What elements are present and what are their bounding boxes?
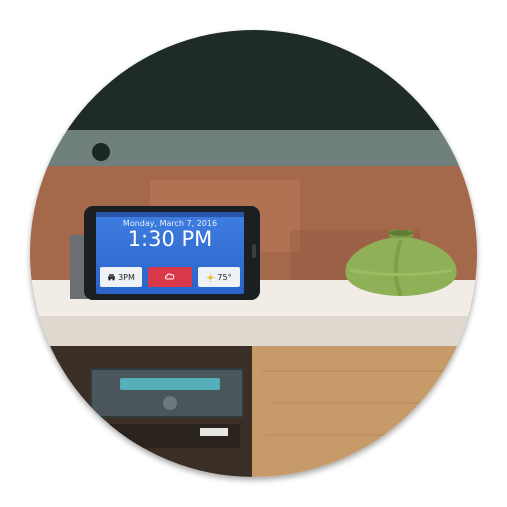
scene-badge: Monday, March 7, 2016 1:30 PM 3PM 75° <box>30 30 477 477</box>
time-label: 1:30 PM <box>127 227 213 251</box>
cabinet-shelf-item <box>200 428 228 436</box>
television-sensor <box>92 143 110 161</box>
weather-widget[interactable]: 75° <box>198 267 240 287</box>
widget-row: 3PM 75° <box>100 267 240 289</box>
vase-bowl <box>345 238 457 296</box>
phone-screen[interactable]: Monday, March 7, 2016 1:30 PM 3PM 75° <box>96 212 244 294</box>
cabinet-right <box>252 346 477 477</box>
car-icon <box>108 274 116 281</box>
phone-side-button <box>252 244 256 258</box>
alert-widget[interactable] <box>148 267 192 287</box>
traffic-widget[interactable]: 3PM <box>100 267 142 287</box>
traffic-value: 3PM <box>118 272 135 282</box>
status-bar <box>96 212 244 217</box>
sun-icon <box>206 272 216 282</box>
wood-grain <box>262 370 462 372</box>
wood-grain <box>270 402 460 404</box>
media-device-knob <box>163 396 177 410</box>
vase <box>345 230 457 296</box>
phone: Monday, March 7, 2016 1:30 PM 3PM 75° <box>84 206 260 300</box>
wood-grain <box>266 434 462 436</box>
temperature-value: 75° <box>217 272 232 282</box>
media-device <box>90 368 244 418</box>
television <box>30 30 477 130</box>
shelf-edge <box>30 316 477 346</box>
vase-opening <box>389 230 413 236</box>
cloud-alert-icon <box>165 273 175 280</box>
media-device-light <box>120 378 220 390</box>
